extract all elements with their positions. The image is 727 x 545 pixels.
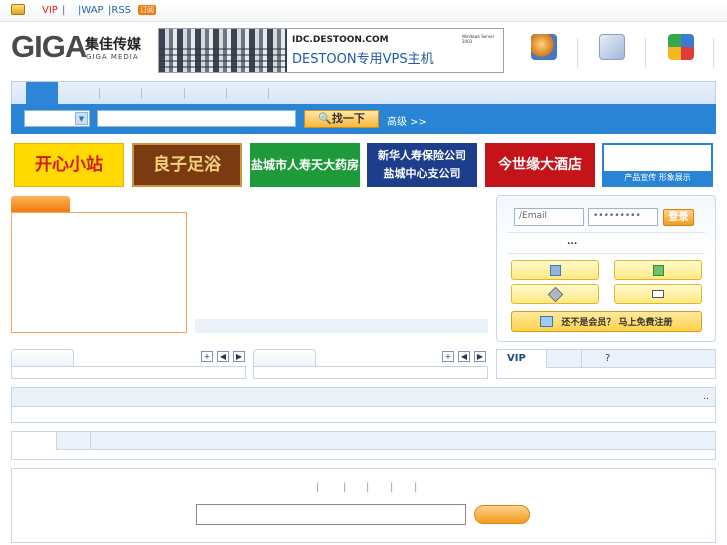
ad-banner[interactable]: 新华人寿保险公司 盐城中心支公司 — [367, 143, 477, 187]
ad-text: 新华人寿保险公司 盐城中心支公司 — [378, 149, 466, 180]
question-tab[interactable]: ? — [605, 353, 610, 364]
windows-server-badge: Windows Server 2003 — [462, 34, 495, 44]
users-icon[interactable] — [531, 34, 557, 60]
list-panel — [253, 366, 488, 379]
edit-icon — [549, 264, 561, 276]
ad-text: 盐城市人寿天大药房 — [250, 158, 359, 172]
tabbed-panel — [11, 431, 716, 460]
tabbed-panel-header — [56, 432, 715, 450]
tab-separator — [90, 432, 91, 450]
ad-banner[interactable]: 盐城市人寿天大药房 — [250, 143, 360, 187]
nav-separator — [184, 88, 185, 99]
link-separator: | — [366, 482, 370, 493]
icon-divider — [713, 38, 714, 68]
login-button[interactable]: 登录 — [663, 209, 694, 226]
topbar-separator: | — [62, 5, 66, 16]
add-icon[interactable]: + — [201, 351, 213, 362]
edit-doc-icon[interactable] — [599, 34, 625, 60]
ad-text: 开心小站 — [35, 155, 103, 175]
rss-link[interactable]: |RSS — [108, 5, 131, 16]
logo-giga[interactable]: GIGA — [11, 29, 87, 65]
logo-en: GIGA MEDIA — [86, 53, 139, 61]
ad-banner[interactable]: 开心小站 — [14, 143, 124, 187]
news-bar — [195, 319, 488, 333]
list-panel — [11, 366, 246, 379]
link-separator: | — [316, 482, 320, 493]
nav-tab-active[interactable] — [26, 82, 58, 105]
icon-divider — [645, 38, 646, 68]
member-card-icon — [540, 316, 554, 327]
bottom-panel: | | | | | — [11, 468, 716, 543]
main-nav — [11, 81, 716, 105]
register-button[interactable]: 还不是会员？ 马上免费注册 — [511, 311, 702, 332]
panel-tab-bar — [547, 350, 715, 368]
slideshow-tab[interactable] — [11, 196, 70, 213]
cube-icon[interactable] — [668, 34, 694, 60]
nav-separator — [226, 88, 227, 99]
chevron-down-icon[interactable]: ▼ — [75, 112, 88, 125]
panel-tab[interactable] — [253, 349, 316, 367]
link-separator: | — [390, 482, 394, 493]
top-bar: VIP | |WAP |RSS 订阅 — [0, 0, 727, 22]
export-icon — [652, 264, 664, 276]
search-bar: ▼ 🔍找一下 高级 >> — [11, 104, 716, 134]
wide-panel: .. — [11, 387, 716, 423]
next-icon[interactable]: ▶ — [233, 351, 245, 362]
banner-ad[interactable]: IDC.DESTOON.COM DESTOON专用VPS主机 Windows S… — [158, 28, 504, 73]
search-button[interactable]: 🔍找一下 — [304, 110, 379, 128]
vip-link[interactable]: VIP — [42, 5, 58, 16]
export-button[interactable] — [614, 260, 702, 280]
promo-box[interactable]: 产品宣传 形象展示 — [602, 143, 713, 187]
link-separator: | — [414, 482, 418, 493]
nav-separator — [268, 88, 269, 99]
prev-icon[interactable]: ◀ — [458, 351, 470, 362]
home-icon[interactable] — [11, 4, 25, 15]
email-field[interactable]: /Email — [514, 208, 584, 226]
search-button-label: 找一下 — [331, 112, 365, 125]
edit-button[interactable] — [511, 260, 599, 280]
banner-building-overlay — [159, 47, 287, 72]
rss-badge[interactable]: 订阅 — [138, 5, 156, 15]
search-category-select[interactable]: ▼ — [24, 110, 90, 127]
promo-label: 产品宣传 形象展示 — [604, 171, 711, 185]
panel-tab[interactable] — [11, 349, 74, 367]
search-input[interactable] — [97, 110, 296, 127]
vip-panel: VIP ? — [496, 349, 716, 379]
icon-divider — [577, 38, 578, 68]
divider — [507, 232, 705, 233]
prev-icon[interactable]: ◀ — [217, 351, 229, 362]
search-icon: 🔍 — [318, 112, 332, 125]
advanced-search-link[interactable]: 高级 >> — [387, 113, 427, 128]
nav-separator — [99, 88, 100, 99]
more-link[interactable]: .. — [703, 392, 709, 402]
register-label: 还不是会员？ 马上免费注册 — [561, 318, 673, 328]
link-separator: | — [343, 482, 347, 493]
vip-tab[interactable]: VIP — [497, 350, 547, 368]
tab-separator — [581, 350, 582, 368]
ad-banner[interactable]: 今世缘大酒店 — [485, 143, 595, 187]
add-icon[interactable]: + — [442, 351, 454, 362]
slideshow[interactable] — [11, 212, 187, 333]
ad-text: 今世缘大酒店 — [498, 157, 582, 173]
wrench-icon — [547, 286, 563, 302]
message-button[interactable] — [614, 284, 702, 304]
wap-link[interactable]: |WAP — [78, 5, 104, 16]
wide-panel-header — [12, 388, 715, 407]
divider — [507, 253, 705, 254]
password-field[interactable]: ••••••••• — [588, 208, 658, 226]
more-links[interactable]: ... — [567, 237, 577, 247]
banner-domain: IDC.DESTOON.COM — [292, 35, 389, 45]
logo-cn: 集佳传媒 — [85, 37, 141, 53]
mail-icon — [652, 290, 664, 298]
bottom-search-button[interactable] — [474, 505, 530, 524]
nav-separator — [141, 88, 142, 99]
ad-banner[interactable]: 良子足浴 — [132, 143, 242, 187]
login-box: /Email ••••••••• 登录 ... 还不是会员？ 马上免费注册 — [496, 195, 716, 342]
ad-text: 良子足浴 — [153, 155, 221, 175]
banner-title: DESTOON专用VPS主机 — [292, 52, 434, 67]
tools-button[interactable] — [511, 284, 599, 304]
bottom-search-input[interactable] — [196, 504, 466, 525]
next-icon[interactable]: ▶ — [474, 351, 486, 362]
